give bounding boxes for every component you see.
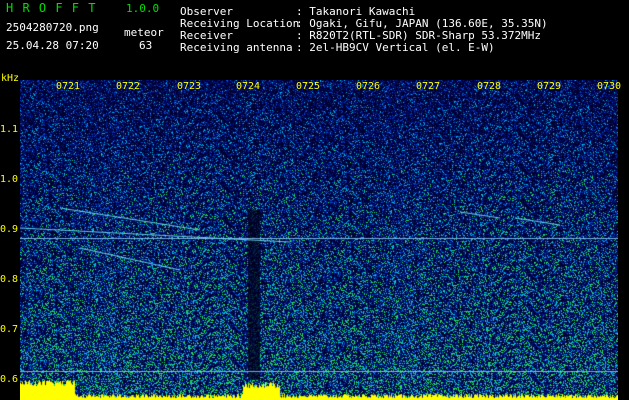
info-label-antenna: Receiving antenna (180, 41, 293, 54)
time-tick: 0722 (116, 81, 141, 92)
meteor-label: meteor (124, 26, 164, 39)
time-tick: 0729 (537, 81, 562, 92)
time-tick: 0727 (416, 81, 441, 92)
freq-tick: 0.6 (0, 374, 19, 385)
freq-tick: 1.0 (0, 174, 19, 185)
time-tick: 0728 (477, 81, 502, 92)
app-version: 1.0.0 (126, 2, 160, 15)
right-border (618, 80, 629, 400)
info-value-antenna: : 2el-HB9CV Vertical (el. E-W) (296, 41, 495, 54)
freq-tick: 0.9 (0, 224, 19, 235)
freq-tick: 0.7 (0, 324, 19, 335)
meteor-count: 63 (139, 39, 153, 52)
time-tick: 0724 (236, 81, 261, 92)
freq-tick: 0.8 (0, 274, 19, 285)
time-tick: 0725 (296, 81, 321, 92)
app-title: H R O F F T (6, 1, 97, 15)
freq-tick: 1.1 (0, 124, 19, 135)
filename-label: 2504280720.png (6, 21, 99, 34)
time-tick: 0723 (177, 81, 202, 92)
spectrogram-canvas (20, 80, 618, 400)
time-tick: 0721 (56, 81, 81, 92)
time-tick: 0726 (356, 81, 381, 92)
header-panel: H R O F F T 1.0.0 2504280720.png meteor … (0, 0, 629, 80)
spectrogram-view (20, 80, 618, 400)
datetime-label: 25.04.28 07:20 (6, 39, 99, 52)
time-tick: 0730 (597, 81, 622, 92)
frequency-axis: 1.1 1.0 0.9 0.8 0.7 0.6 (0, 80, 20, 400)
